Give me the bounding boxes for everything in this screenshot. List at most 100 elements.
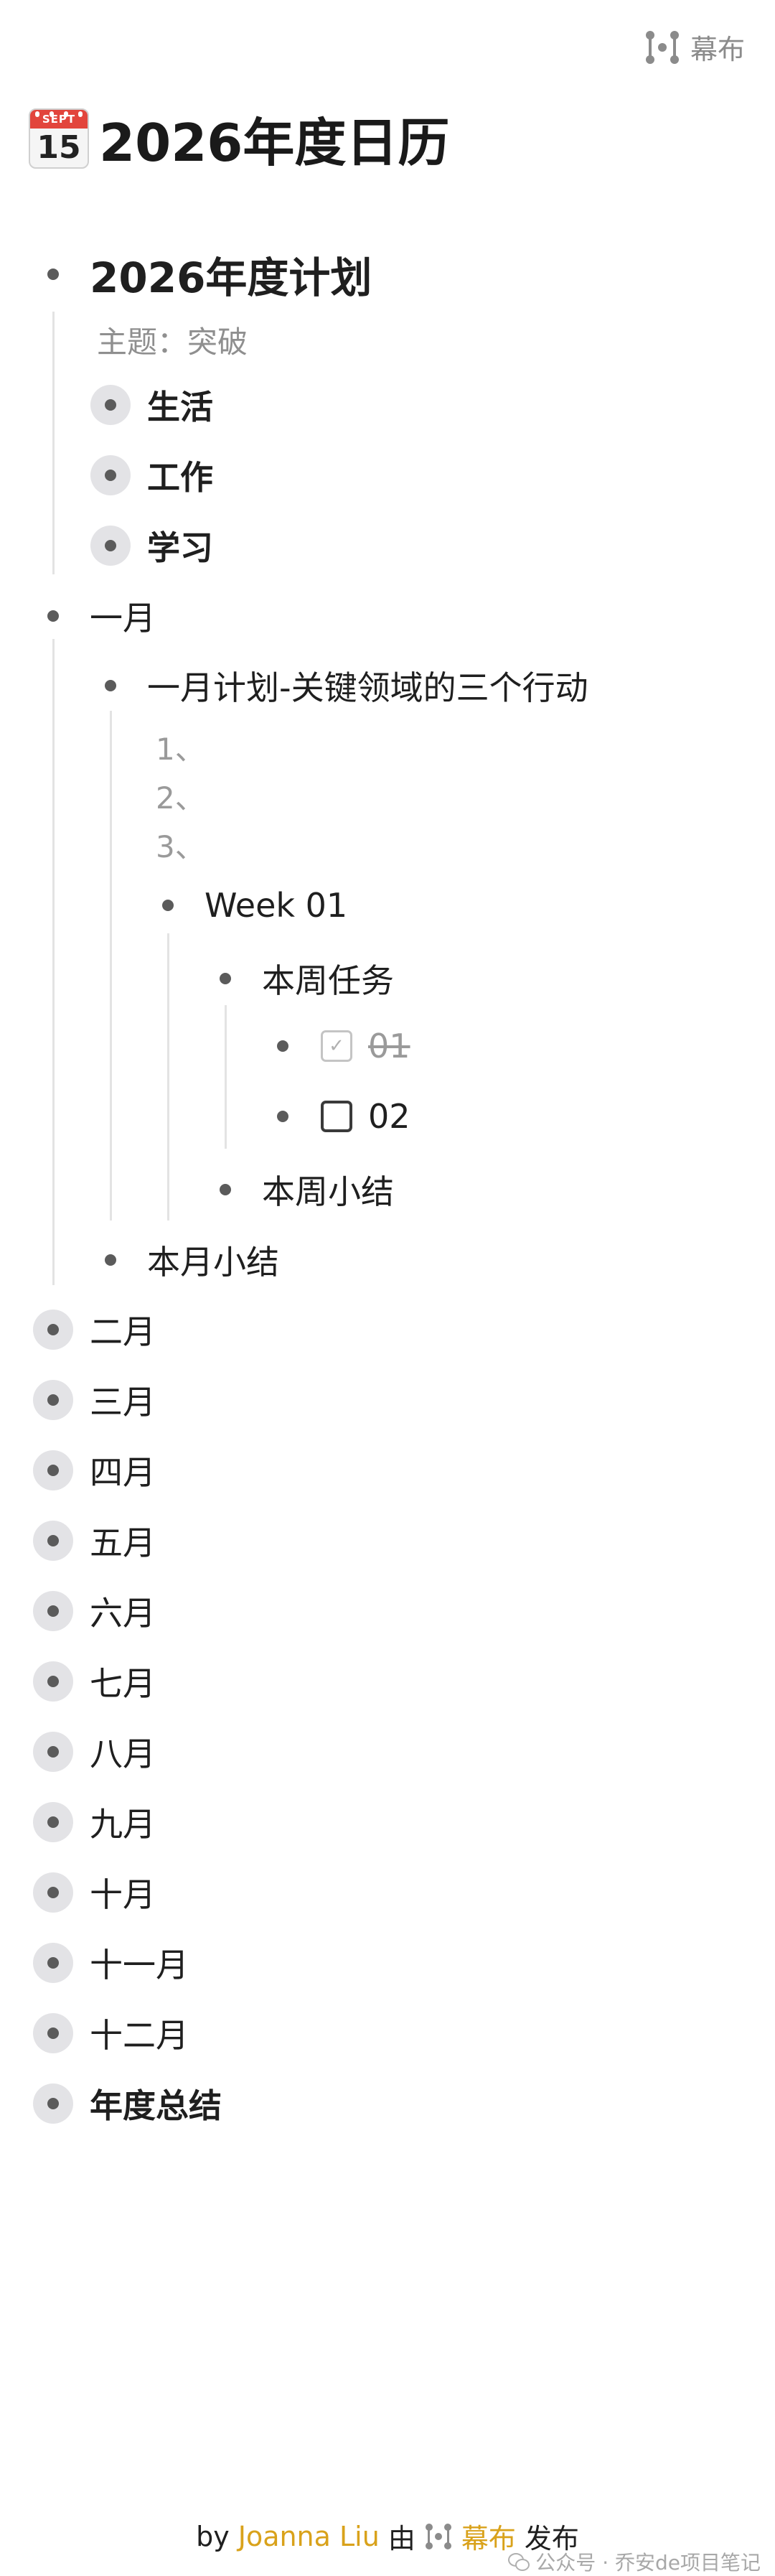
outline-item-label[interactable]: 1、	[156, 725, 205, 769]
outline-item-work[interactable]: 工作	[90, 452, 213, 499]
collapsed-bullet[interactable]	[32, 1309, 74, 1350]
outline-task-02[interactable]: 02	[262, 1096, 410, 1137]
bullet-dot[interactable]	[262, 1025, 304, 1067]
outline-item-label[interactable]: Week 01	[205, 886, 347, 925]
collapsed-bullet[interactable]	[32, 1520, 74, 1562]
outline-item-label[interactable]: 本周小结	[262, 1166, 394, 1213]
brand[interactable]: 幕布	[644, 27, 745, 67]
outline-item-january[interactable]: 一月	[32, 592, 156, 640]
collapsed-bullet[interactable]	[90, 384, 131, 426]
outline-item-month[interactable]: 六月	[32, 1587, 156, 1635]
outline-item-label[interactable]: 十月	[90, 1869, 156, 1916]
outline-item-month[interactable]: 五月	[32, 1517, 156, 1564]
outline-item-month[interactable]: 十一月	[32, 1939, 189, 1987]
mubu-logo-icon	[424, 2522, 453, 2551]
mubu-logo-icon	[644, 29, 680, 65]
outline-item-label[interactable]: 七月	[90, 1658, 156, 1705]
task-label[interactable]: 01	[368, 1027, 410, 1065]
outline-item-label[interactable]: 六月	[90, 1587, 156, 1635]
outline-item-label[interactable]: 本月小结	[147, 1236, 279, 1284]
checkbox-checked[interactable]: ✓	[321, 1030, 352, 1062]
bullet-dot[interactable]	[205, 1169, 246, 1210]
outline-item-label[interactable]: 十二月	[90, 2010, 189, 2057]
outline-item-label[interactable]: 九月	[90, 1798, 156, 1846]
outline-task-01[interactable]: ✓ 01	[262, 1025, 410, 1067]
outline-item-study[interactable]: 学习	[90, 522, 213, 569]
bullet-dot[interactable]	[32, 595, 74, 637]
outline-item-label[interactable]: 2、	[156, 774, 205, 818]
page-title-text: 2026年度日历	[99, 113, 450, 173]
outline-item-label[interactable]: 四月	[90, 1447, 156, 1494]
footer-via: 由	[388, 2523, 415, 2554]
outline-item-january-plan[interactable]: 一月计划-关键领域的三个行动	[90, 662, 588, 709]
outline-item-life[interactable]: 生活	[90, 381, 213, 429]
footer-by: by	[196, 2520, 230, 2552]
wechat-icon	[508, 2553, 530, 2571]
outline-item-label[interactable]: 二月	[90, 1306, 156, 1353]
outline-item-month[interactable]: 四月	[32, 1447, 156, 1494]
outline-note-text[interactable]: 主题：突破	[97, 318, 248, 362]
bullet-dot[interactable]	[32, 253, 74, 295]
guide-line-level-3	[167, 933, 169, 1221]
collapsed-bullet[interactable]	[32, 1661, 74, 1702]
outline-item-label[interactable]: 三月	[90, 1376, 156, 1424]
page-title: SEPT 15 2026年度日历	[29, 101, 449, 176]
watermark: 公众号 · 乔安de项目笔记	[508, 2547, 761, 2576]
collapsed-bullet[interactable]	[32, 1450, 74, 1491]
collapsed-bullet[interactable]	[32, 1590, 74, 1632]
outline-action-2[interactable]: 2、	[140, 774, 205, 818]
bullet-dot[interactable]	[205, 958, 246, 999]
bullet-dot[interactable]	[262, 1096, 304, 1137]
brand-name: 幕布	[690, 34, 745, 65]
checkbox-unchecked[interactable]	[321, 1101, 352, 1132]
outline-item-label[interactable]: 本周任务	[262, 955, 394, 1002]
outline-item-month[interactable]: 二月	[32, 1306, 156, 1353]
collapsed-bullet[interactable]	[32, 2012, 74, 2054]
collapsed-bullet[interactable]	[32, 2083, 74, 2124]
guide-line-level-2	[110, 711, 112, 1221]
bullet-dot[interactable]	[90, 665, 131, 706]
author-link[interactable]: Joanna Liu	[238, 2521, 380, 2552]
outline-item-label[interactable]: 五月	[90, 1517, 156, 1564]
collapsed-bullet[interactable]	[32, 1942, 74, 1984]
outline-item-month[interactable]: 十月	[32, 1869, 156, 1916]
outline-item-month[interactable]: 七月	[32, 1658, 156, 1705]
outline-action-3[interactable]: 3、	[140, 823, 205, 867]
calendar-icon: SEPT 15	[29, 108, 89, 169]
guide-line-level-1	[52, 639, 55, 1285]
guide-line-level-1	[52, 312, 55, 574]
bullet-dot[interactable]	[147, 885, 189, 926]
outline-item-label[interactable]: 八月	[90, 1728, 156, 1775]
outline-action-1[interactable]: 1、	[140, 725, 205, 769]
outline-item-month[interactable]: 三月	[32, 1376, 156, 1424]
outline-item-month-summary[interactable]: 本月小结	[90, 1236, 279, 1284]
outline-item-label[interactable]: 生活	[147, 381, 213, 429]
outline-item-label[interactable]: 工作	[147, 452, 213, 499]
collapsed-bullet[interactable]	[32, 1731, 74, 1773]
collapsed-bullet[interactable]	[32, 1801, 74, 1843]
bullet-dot[interactable]	[90, 1239, 131, 1281]
outline-item-annual-plan[interactable]: 2026年度计划	[32, 244, 372, 304]
collapsed-bullet[interactable]	[90, 454, 131, 496]
outline-item-note[interactable]: 主题：突破	[81, 318, 248, 362]
task-label[interactable]: 02	[368, 1097, 410, 1136]
outline-item-label[interactable]: 2026年度计划	[90, 244, 372, 304]
outline-item-week-summary[interactable]: 本周小结	[205, 1166, 394, 1213]
outline-item-label[interactable]: 学习	[147, 522, 213, 569]
outline-item-month[interactable]: 十二月	[32, 2010, 189, 2057]
outline-item-label[interactable]: 3、	[156, 823, 205, 867]
collapsed-bullet[interactable]	[32, 1379, 74, 1421]
watermark-text: 公众号 · 乔安de项目笔记	[535, 2551, 761, 2575]
outline-item-month[interactable]: 八月	[32, 1728, 156, 1775]
outline-item-label[interactable]: 年度总结	[90, 2080, 222, 2127]
collapsed-bullet[interactable]	[32, 1872, 74, 1913]
outline-item-month[interactable]: 九月	[32, 1798, 156, 1846]
outline-item-label[interactable]: 一月计划-关键领域的三个行动	[147, 662, 588, 709]
outline-item-label[interactable]: 一月	[90, 592, 156, 640]
outline-item-week-01[interactable]: Week 01	[147, 885, 347, 926]
outline-item-week-tasks[interactable]: 本周任务	[205, 955, 394, 1002]
outline-item-label[interactable]: 十一月	[90, 1939, 189, 1987]
guide-line-level-4	[225, 1005, 227, 1149]
collapsed-bullet[interactable]	[90, 525, 131, 566]
outline-item-year-summary[interactable]: 年度总结	[32, 2080, 222, 2127]
